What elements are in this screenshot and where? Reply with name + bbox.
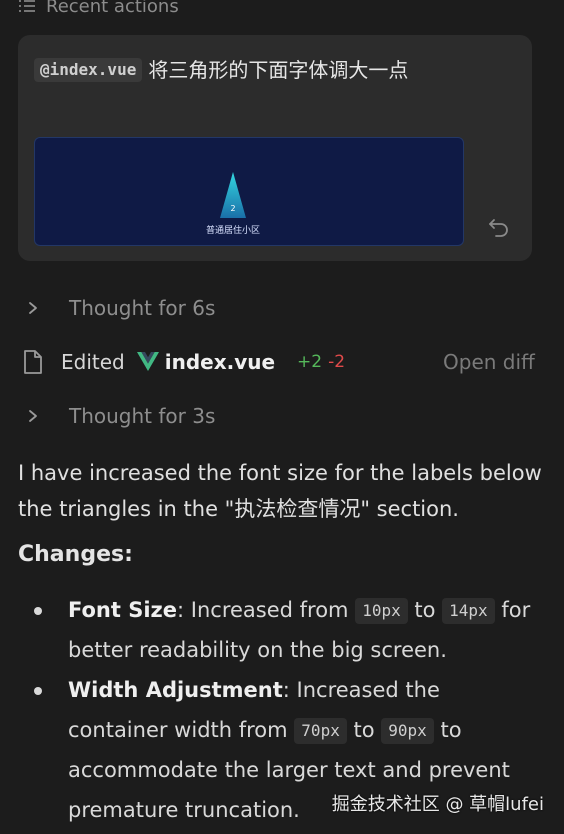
change-text: : Increased from (177, 598, 356, 622)
change-term: Font Size (68, 598, 178, 622)
inline-code: 70px (294, 718, 347, 744)
file-mention[interactable]: @index.vue (34, 58, 143, 82)
summary-paragraph: I have increased the font size for the l… (18, 461, 542, 521)
open-diff-button[interactable]: Open diff (443, 350, 535, 374)
bullet (34, 607, 42, 615)
change-text: to (407, 598, 443, 622)
file-icon (24, 350, 42, 374)
vue-icon (136, 352, 159, 371)
edited-file-row: Edited index.vue +2 -2 Open diff (18, 347, 546, 377)
change-term: Width Adjustment (68, 678, 283, 702)
lines-added: +2 (297, 352, 323, 372)
inline-code: 90px (381, 718, 434, 744)
chevron-right-icon (18, 409, 56, 423)
triangle-label: 普通居住小区 (205, 226, 260, 236)
prompt-text: @index.vue 将三角形的下面字体调大一点 (34, 53, 464, 87)
change-text: to (346, 718, 382, 742)
chevron-right-icon (18, 301, 56, 315)
list-item: Font Size: Increased from 10px to 14px f… (0, 590, 564, 670)
changes-heading: Changes: (18, 542, 133, 567)
thought-toggle-2[interactable]: Thought for 3s (18, 401, 215, 431)
thought-label: Thought for 3s (69, 404, 216, 428)
prompt-message: 将三角形的下面字体调大一点 (148, 58, 409, 82)
thought-label: Thought for 6s (69, 296, 216, 320)
inline-code: 14px (442, 598, 495, 624)
edited-filename[interactable]: index.vue (165, 350, 275, 374)
recent-actions-header: Recent actions (18, 0, 179, 20)
list-icon (19, 0, 35, 12)
prompt-card[interactable]: @index.vue 将三角形的下面字体调大一点 2 普通居住小区 (18, 35, 532, 261)
screenshot-thumbnail[interactable]: 2 普通居住小区 (34, 137, 464, 246)
inline-code: 10px (355, 598, 408, 624)
undo-icon[interactable] (488, 215, 510, 237)
header-title: Recent actions (46, 0, 179, 17)
triangle-value: 2 (230, 204, 236, 213)
bullet (34, 687, 42, 695)
watermark: 掘金技术社区 @ 草帽lufei (331, 794, 544, 815)
edited-label: Edited (61, 350, 125, 374)
thought-toggle-1[interactable]: Thought for 6s (18, 293, 215, 323)
lines-removed: -2 (328, 352, 346, 372)
